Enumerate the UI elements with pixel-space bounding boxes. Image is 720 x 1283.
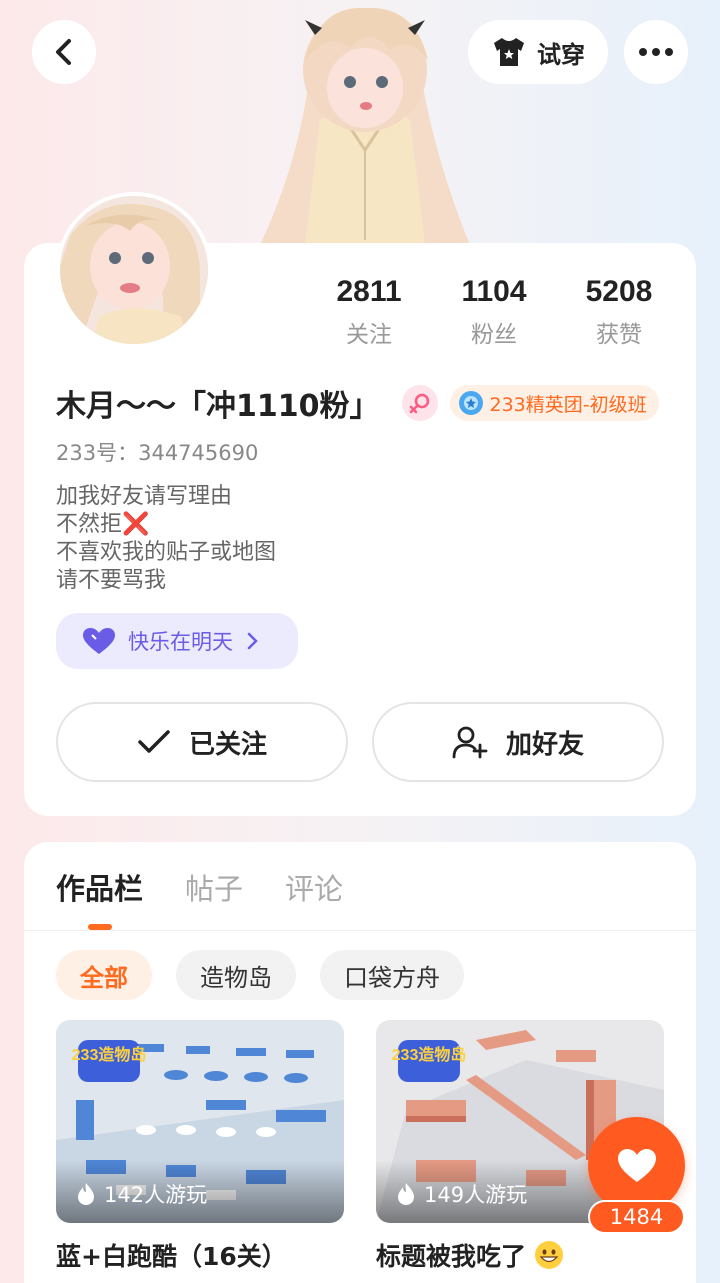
filter-creation-island[interactable]: 造物岛 xyxy=(176,950,296,1000)
fan-group-pill[interactable]: 快乐在明天 xyxy=(56,613,298,669)
chevron-left-icon xyxy=(56,39,71,65)
medal-icon xyxy=(458,391,483,415)
stat-value: 5208 xyxy=(585,275,653,308)
game-title[interactable]: 标题被我吃了 xyxy=(376,1237,664,1273)
female-gender-icon xyxy=(401,385,438,421)
stat-value: 2811 xyxy=(336,275,402,308)
more-dots-icon xyxy=(639,48,673,56)
name-row: 木月～～「冲1110粉」 233精英团-初级班 xyxy=(56,381,659,425)
stat-value: 1104 xyxy=(461,275,527,308)
game-card[interactable]: 233造物岛 142人游玩 蓝+白跑酷（16关） xyxy=(56,1020,344,1273)
add-user-icon xyxy=(452,726,488,759)
svg-text:233造物岛: 233造物岛 xyxy=(392,1045,467,1064)
filter-all[interactable]: 全部 xyxy=(56,950,152,1000)
content-tabs: 作品栏 帖子 评论 xyxy=(56,866,343,908)
heart-icon xyxy=(617,1148,656,1182)
cross-mark-icon: ❌ xyxy=(122,512,150,537)
chevron-right-icon xyxy=(247,632,258,650)
avatar[interactable] xyxy=(56,192,212,348)
stats-row: 2811 关注 1104 粉丝 5208 获赞 xyxy=(314,273,674,349)
stat-label: 获赞 xyxy=(596,322,642,348)
uid-value: 344745690 xyxy=(138,441,259,465)
stat-likes[interactable]: 5208 获赞 xyxy=(564,273,674,349)
stat-label: 粉丝 xyxy=(471,322,517,348)
fire-icon xyxy=(78,1183,94,1205)
bio: 加我好友请写理由 不然拒❌ 不喜欢我的贴子或地图 请不要骂我 xyxy=(56,483,276,595)
stat-label: 关注 xyxy=(346,322,392,348)
tshirt-icon xyxy=(494,38,524,66)
filter-chips: 全部 造物岛 口袋方舟 xyxy=(56,950,464,1000)
checkmark-icon xyxy=(138,730,170,753)
grinning-face-icon xyxy=(534,1241,563,1269)
avatar-character-figure xyxy=(250,0,480,250)
following-label: 已关注 xyxy=(188,729,267,760)
svg-text:233造物岛: 233造物岛 xyxy=(72,1045,147,1064)
bio-line: 请不要骂我 xyxy=(56,568,167,593)
add-friend-label: 加好友 xyxy=(505,729,584,760)
play-count-label: 149人游玩 xyxy=(424,1183,528,1207)
rank-badge[interactable]: 233精英团-初级班 xyxy=(449,385,659,421)
fan-group-label: 快乐在明天 xyxy=(128,630,233,654)
following-button[interactable]: 已关注 xyxy=(56,702,348,782)
like-count: 1484 xyxy=(588,1200,685,1234)
game-title[interactable]: 蓝+白跑酷（16关） xyxy=(56,1237,344,1273)
bio-line: 不然拒❌ xyxy=(56,512,150,537)
filter-pocket-ark[interactable]: 口袋方舟 xyxy=(320,950,464,1000)
stat-following[interactable]: 2811 关注 xyxy=(314,273,424,349)
fire-icon xyxy=(398,1183,414,1205)
heart-icon xyxy=(83,628,115,654)
creation-island-logo: 233造物岛 xyxy=(72,1040,147,1082)
tab-comments[interactable]: 评论 xyxy=(285,866,343,908)
play-count: 142人游玩 xyxy=(76,1179,207,1209)
uid-label: 233号： xyxy=(56,441,139,465)
stat-fans[interactable]: 1104 粉丝 xyxy=(439,273,549,349)
game-thumbnail[interactable]: 233造物岛 142人游玩 xyxy=(56,1020,344,1223)
back-button[interactable] xyxy=(32,20,96,84)
try-on-button[interactable]: 试穿 xyxy=(468,20,608,84)
user-name: 木月～～「冲1110粉」 xyxy=(56,389,380,424)
play-count: 149人游玩 xyxy=(396,1179,527,1209)
tab-works[interactable]: 作品栏 xyxy=(56,866,143,908)
tab-posts[interactable]: 帖子 xyxy=(185,866,243,908)
more-button[interactable] xyxy=(624,20,688,84)
play-count-label: 142人游玩 xyxy=(104,1183,208,1207)
divider xyxy=(24,930,696,931)
bio-line: 加我好友请写理由 xyxy=(56,484,233,509)
try-on-label: 试穿 xyxy=(537,40,585,69)
rank-badge-label: 233精英团-初级班 xyxy=(489,393,647,416)
add-friend-button[interactable]: 加好友 xyxy=(372,702,664,782)
creation-island-logo: 233造物岛 xyxy=(392,1040,467,1082)
user-id: 233号：344745690 xyxy=(56,437,258,467)
bio-line: 不喜欢我的贴子或地图 xyxy=(56,540,277,565)
